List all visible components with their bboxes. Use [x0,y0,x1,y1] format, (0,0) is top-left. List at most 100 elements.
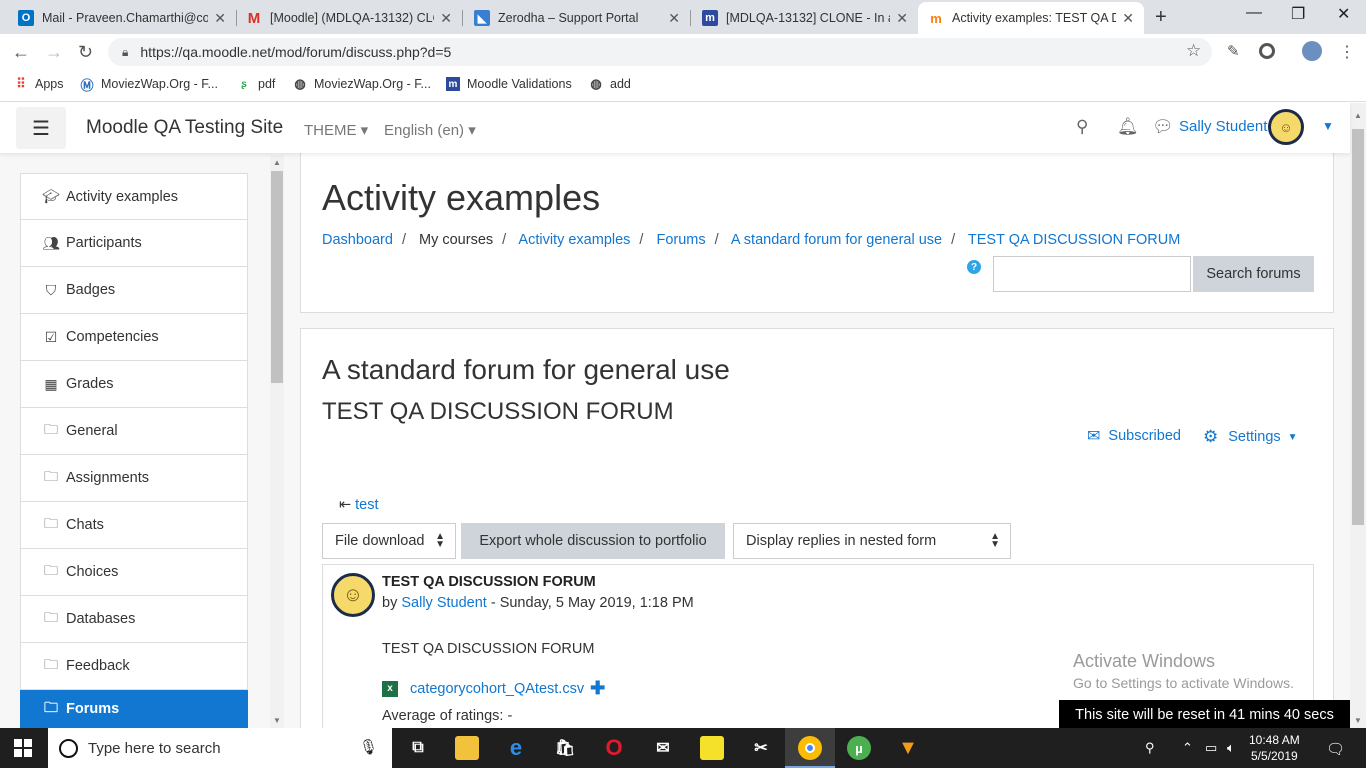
taskbar-search[interactable]: Type here to search 🎙︎ [48,728,392,768]
utorrent-icon[interactable]: µ [847,736,871,760]
search-forums-input[interactable] [993,256,1191,292]
drawer-item-badges[interactable]: ⛉ Badges [20,267,248,314]
post-attachment[interactable]: x categorycohort_QAtest.csv ✚ [382,678,605,699]
previous-discussion-link[interactable]: ⇤ test [339,497,379,513]
vlc-icon[interactable]: ▼ [896,736,920,760]
close-tab-icon[interactable]: ✕ [896,10,908,27]
drawer-item-participants[interactable]: 👥︎ Participants [20,220,248,267]
site-name-link[interactable]: Moodle QA Testing Site [86,117,283,139]
bookmark-link[interactable]: ʂ pdf [237,77,275,91]
chevron-down-icon[interactable]: ▼ [1322,119,1334,133]
drawer-item-forums[interactable]: 🗀︎ Forums [20,690,248,728]
language-menu[interactable]: English (en) ▾ [384,121,476,139]
bookmark-link[interactable]: ◍ MoviezWap.Org - F... [293,76,431,91]
browser-tab[interactable]: M [Moodle] (MDLQA-13132) CLO ✕ [236,2,462,34]
windows-start-icon[interactable] [14,739,32,757]
close-tab-icon[interactable]: ✕ [1122,10,1134,27]
maximize-icon[interactable]: ❐ [1291,4,1305,24]
bookmark-apps[interactable]: ⠿ Apps [14,76,63,91]
mail-icon[interactable]: ✉ [651,736,675,760]
breadcrumb-course[interactable]: Activity examples [518,232,630,248]
tray-chevron-icon[interactable]: ⌃ [1182,740,1193,756]
back-icon[interactable]: ← [12,42,30,63]
address-bar[interactable]: 🔒︎ https://qa.moodle.net/mod/forum/discu… [108,38,1212,66]
breadcrumb-dashboard[interactable]: Dashboard [322,232,393,248]
theme-menu[interactable]: THEME ▾ [304,121,368,139]
battery-icon[interactable]: ▭ [1205,740,1217,756]
people-icon[interactable]: ⚲ [1145,740,1155,756]
bookmark-link[interactable]: Ⓜ MoviezWap.Org - F... [80,77,217,93]
help-icon[interactable]: ? [967,260,981,274]
file-explorer-icon[interactable] [455,736,479,760]
browser-tab[interactable]: O Mail - Praveen.Chamarthi@cog ✕ [8,2,236,34]
messages-icon[interactable]: 💬︎ [1152,117,1174,137]
task-view-icon[interactable]: ⧉ [406,736,430,760]
post-author-avatar[interactable]: ☺ [331,573,375,617]
breadcrumb-forums[interactable]: Forums [656,232,705,248]
breadcrumb-forum[interactable]: A standard forum for general use [731,232,942,248]
action-center-icon[interactable]: 🗨︎ [1326,740,1345,758]
new-tab-icon[interactable]: + [1155,6,1167,29]
bookmark-link[interactable]: m Moodle Validations [446,77,572,91]
eyedropper-icon[interactable]: ✎ [1227,42,1240,60]
attachment-link[interactable]: categorycohort_QAtest.csv [410,681,584,697]
post-author-link[interactable]: Sally Student [401,595,486,611]
close-tab-icon[interactable]: ✕ [668,10,680,27]
edge-icon[interactable]: e [504,735,528,760]
drawer-item-feedback[interactable]: 🗀︎ Feedback [20,643,248,690]
display-mode-select[interactable]: Display replies in nested form ▲ ▼ [733,523,1011,559]
drawer-item-activity-examples[interactable]: 🎓︎ Activity examples [20,173,248,220]
file-download-select[interactable]: File download ▲ ▼ [322,523,456,559]
bookmark-star-icon[interactable]: ☆ [1186,41,1201,61]
tab-title: Activity examples: TEST QA DIS [952,11,1117,25]
drawer-item-choices[interactable]: 🗀︎ Choices [20,549,248,596]
subscribed-toggle[interactable]: ✉ Subscribed [1087,426,1181,446]
bookmark-link[interactable]: ◍ add [589,76,631,91]
notifications-bell-icon[interactable]: 🔔︎ [1117,117,1139,137]
forward-icon[interactable]: → [45,42,63,63]
sticky-notes-icon[interactable] [700,736,724,760]
drawer-item-competencies[interactable]: ☑ Competencies [20,314,248,361]
drawer-item-general[interactable]: 🗀︎ General [20,408,248,455]
chrome-icon[interactable] [798,736,822,760]
store-icon[interactable]: 🛍︎ [553,736,577,760]
breadcrumb: Dashboard / My courses / Activity examples… [322,232,1181,248]
microphone-icon[interactable]: 🎙︎ [359,738,378,756]
tab-title: [Moodle] (MDLQA-13132) CLO [270,11,435,25]
folder-icon: 🗀︎ [44,468,58,484]
user-avatar[interactable]: ☺ [1268,109,1304,145]
user-menu-name[interactable]: Sally Student [1179,118,1267,135]
browser-tab-active[interactable]: m Activity examples: TEST QA DIS ✕ [918,2,1144,34]
drawer-item-chats[interactable]: 🗀︎ Chats [20,502,248,549]
drawer-item-databases[interactable]: 🗀︎ Databases [20,596,248,643]
search-icon[interactable]: ⚲ [1076,117,1088,137]
close-tab-icon[interactable]: ✕ [440,10,452,27]
close-window-icon[interactable]: ✕ [1337,4,1350,24]
post-message: TEST QA DISCUSSION FORUM [382,641,595,657]
settings-menu[interactable]: ⚙ Settings ▼ [1203,427,1298,447]
drawer-item-assignments[interactable]: 🗀︎ Assignments [20,455,248,502]
minimize-icon[interactable]: — [1246,4,1262,22]
drawer-item-grades[interactable]: ▦ Grades [20,361,248,408]
drawer-toggle-button[interactable]: ☰ [16,107,66,149]
close-tab-icon[interactable]: ✕ [214,10,226,27]
opera-icon[interactable]: O [602,735,626,760]
breadcrumb-discussion[interactable]: TEST QA DISCUSSION FORUM [968,232,1180,248]
menu-icon[interactable]: ⋮ [1339,42,1355,62]
bookmarks-bar: ⠿ Apps Ⓜ MoviezWap.Org - F... ʂ pdf ◍ Mo… [0,70,1366,102]
post-date: - Sunday, 5 May 2019, 1:18 PM [490,595,694,611]
extension-icon[interactable] [1259,43,1275,59]
snipping-tool-icon[interactable]: ✂ [749,736,773,760]
volume-icon[interactable]: 🔈︎ [1227,740,1235,756]
lock-icon: 🔒︎ [122,44,129,59]
profile-avatar-icon[interactable] [1302,41,1322,61]
export-portfolio-button[interactable]: Export whole discussion to portfolio [461,523,725,559]
drawer-scrollbar[interactable]: ▲ ▼ [270,155,284,728]
add-to-portfolio-icon[interactable]: ✚ [590,678,605,699]
browser-tab[interactable]: ◣ Zerodha – Support Portal ✕ [464,2,690,34]
search-forums-button[interactable]: Search forums [1193,256,1314,292]
taskbar-clock[interactable]: 10:48 AM 5/5/2019 [1249,732,1300,764]
reload-icon[interactable]: ↻ [78,42,93,63]
browser-tab[interactable]: m [MDLQA-13132] CLONE - In a f ✕ [692,2,918,34]
page-scrollbar[interactable]: ▲ ▼ [1350,103,1366,728]
